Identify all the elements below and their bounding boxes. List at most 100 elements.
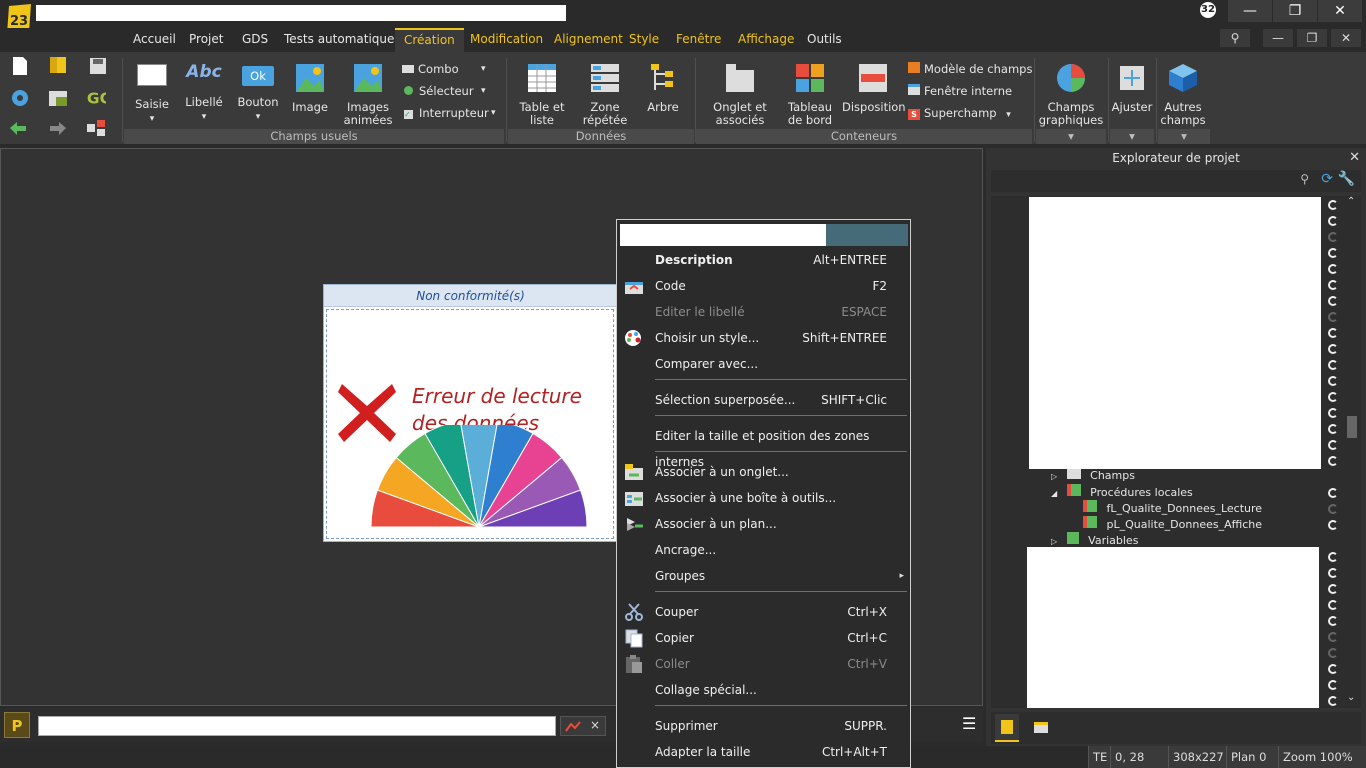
tab-modification[interactable]: Modification (461, 28, 552, 52)
tree-item-champs[interactable]: ▷ Champs (1051, 468, 1135, 484)
gear-icon[interactable] (10, 88, 30, 108)
context-menu-item[interactable]: Collage spécial... (617, 677, 910, 703)
onglet-et-associes-button[interactable]: Onglet et associés (712, 62, 768, 127)
restore-button[interactable]: ❐ (1273, 0, 1317, 22)
hamburger-menu-icon[interactable]: ☰ (962, 714, 976, 733)
images-animees-button[interactable]: Images animées (340, 62, 396, 127)
notification-badge[interactable]: 32 (1200, 2, 1216, 18)
tab-projet[interactable]: Projet (180, 28, 232, 52)
context-menu-item[interactable]: Choisir un style... Shift+ENTREE (617, 325, 910, 351)
interrupteur-dropdown-icon[interactable]: ▾ (491, 106, 496, 120)
ajuster-dropdown-icon[interactable]: ▾ (1110, 129, 1154, 144)
go-icon[interactable]: GO (86, 87, 106, 107)
bottom-close-icon[interactable]: × (590, 718, 600, 732)
status-zoom[interactable]: Zoom 100% (1278, 746, 1366, 768)
context-menu-item[interactable]: Sélection superposée... SHIFT+Clic (617, 387, 910, 413)
command-input[interactable] (38, 716, 556, 736)
libelle-button[interactable]: Abc Libellé ▾ (184, 64, 224, 124)
context-menu-item[interactable]: Editer le libellé ESPACE (617, 299, 910, 325)
context-menu-item[interactable]: Adapter la taille Ctrl+Alt+T (617, 739, 910, 765)
context-menu-item[interactable]: Coller Ctrl+V (617, 651, 910, 677)
tab-outils[interactable]: Outils (798, 28, 851, 52)
tab-fenetre[interactable]: Fenêtre (667, 28, 730, 52)
tree-item-variables[interactable]: ▷ Variables (1051, 532, 1138, 548)
table-et-liste-button[interactable]: Table et liste (518, 62, 566, 127)
context-menu-item[interactable]: Description Alt+ENTREE (617, 247, 910, 273)
context-menu-item[interactable]: Code F2 (617, 273, 910, 299)
chart-mini-icon[interactable] (565, 720, 581, 732)
mdi-minimize-button[interactable]: — (1263, 29, 1293, 47)
context-menu-item[interactable]: Ancrage... (617, 537, 910, 563)
context-menu-item[interactable]: Associer à une boîte à outils... (617, 485, 910, 511)
context-menu-item[interactable]: Associer à un onglet... (617, 459, 910, 485)
tab-accueil[interactable]: Accueil (124, 28, 185, 52)
tableau-de-bord-button[interactable]: Tableau de bord (780, 62, 840, 127)
combo-item[interactable]: Combo (402, 62, 459, 76)
context-menu-item[interactable]: Associer à un plan... (617, 511, 910, 537)
saisie-button[interactable]: Saisie ▾ (132, 64, 172, 126)
context-menu-search[interactable] (620, 224, 826, 246)
collapsed-arrow-icon[interactable]: ▷ (1051, 537, 1057, 546)
superchamp-item[interactable]: S Superchamp ▾ (908, 106, 1011, 122)
tab-alignement[interactable]: Alignement (545, 28, 632, 52)
image-button[interactable]: Image (290, 62, 330, 114)
champs-graphiques-button[interactable]: Champs graphiques (1038, 62, 1104, 127)
status-plan[interactable]: Plan 0 (1226, 746, 1278, 768)
tab-affichage[interactable]: Affichage (729, 28, 803, 52)
go-window-icon[interactable] (48, 88, 68, 108)
scroll-down-icon[interactable]: ⌄ (1347, 692, 1355, 703)
explorer-tab-windows[interactable] (1029, 714, 1053, 742)
save-icon[interactable] (88, 56, 108, 76)
undo-icon[interactable] (8, 118, 28, 138)
p-button[interactable]: P (4, 712, 30, 738)
selecteur-item[interactable]: Sélecteur (404, 84, 474, 98)
layout-icon[interactable] (86, 118, 106, 138)
arbre-button[interactable]: Arbre (645, 62, 681, 114)
redo-icon[interactable] (48, 118, 68, 138)
context-menu-item[interactable]: Groupes ▸ (617, 563, 910, 589)
context-menu-item[interactable]: Editer la taille et position des zones i… (617, 423, 910, 469)
superchamp-dropdown-icon[interactable]: ▾ (1006, 110, 1011, 120)
new-file-icon[interactable] (10, 56, 30, 76)
tree-item-procedures-locales[interactable]: ◢ Procédures locales (1051, 484, 1193, 500)
tab-tests-automatiques[interactable]: Tests automatiques (275, 28, 410, 52)
modele-de-champs-item[interactable]: Modèle de champs (908, 62, 1032, 76)
tree-item-procedure[interactable]: fL_Qualite_Donnees_Lecture (1083, 500, 1262, 516)
context-menu-item[interactable]: Supprimer SUPPR. (617, 713, 910, 739)
context-menu-item[interactable]: Copier Ctrl+C (617, 625, 910, 651)
close-icon[interactable]: ✕ (1349, 150, 1360, 165)
search-icon[interactable]: ⚲ (1300, 172, 1309, 186)
bouton-button[interactable]: Ok Bouton ▾ (236, 66, 280, 124)
zone-repetee-button[interactable]: Zone répétée (582, 62, 628, 127)
tab-creation[interactable]: Création (395, 28, 464, 52)
expanded-arrow-icon[interactable]: ◢ (1051, 489, 1057, 498)
scroll-thumb[interactable] (1347, 416, 1357, 438)
autres-champs-button[interactable]: Autres champs (1158, 62, 1208, 127)
tab-style[interactable]: Style (620, 28, 668, 52)
champs-graphiques-dropdown-icon[interactable]: ▾ (1036, 129, 1106, 144)
wrench-icon[interactable]: 🔧 (1338, 171, 1355, 187)
mdi-restore-button[interactable]: ❐ (1297, 29, 1327, 47)
fenetre-interne-item[interactable]: Fenêtre interne (908, 84, 1012, 98)
window-preview[interactable]: Non conformité(s) Erreur de lecture des … (323, 284, 618, 542)
tab-gds[interactable]: GDS (233, 28, 277, 52)
context-menu-item[interactable]: Comparer avec... (617, 351, 910, 377)
interrupteur-item[interactable]: ✓ Interrupteur (404, 106, 489, 120)
close-button[interactable]: ✕ (1318, 0, 1362, 22)
ajuster-button[interactable]: Ajuster (1110, 62, 1154, 114)
explorer-scrollbar[interactable]: ⌃ ⌄ (1343, 196, 1361, 708)
search-icon[interactable]: ⚲ (1220, 29, 1250, 47)
minimize-button[interactable]: — (1228, 0, 1272, 22)
disposition-button[interactable]: Disposition (842, 62, 906, 114)
scroll-up-icon[interactable]: ⌃ (1347, 196, 1355, 207)
open-folder-icon[interactable] (48, 54, 68, 74)
selecteur-dropdown-icon[interactable]: ▾ (481, 84, 486, 98)
combo-dropdown-icon[interactable]: ▾ (481, 62, 486, 76)
title-field[interactable] (36, 5, 566, 21)
autres-champs-dropdown-icon[interactable]: ▾ (1158, 129, 1210, 144)
mdi-close-button[interactable]: ✕ (1331, 29, 1361, 47)
context-menu-item[interactable]: Couper Ctrl+X (617, 599, 910, 625)
refresh-icon[interactable]: ⟳ (1321, 171, 1333, 187)
tree-item-procedure[interactable]: pL_Qualite_Donnees_Affiche (1083, 516, 1262, 532)
collapsed-arrow-icon[interactable]: ▷ (1051, 472, 1057, 481)
